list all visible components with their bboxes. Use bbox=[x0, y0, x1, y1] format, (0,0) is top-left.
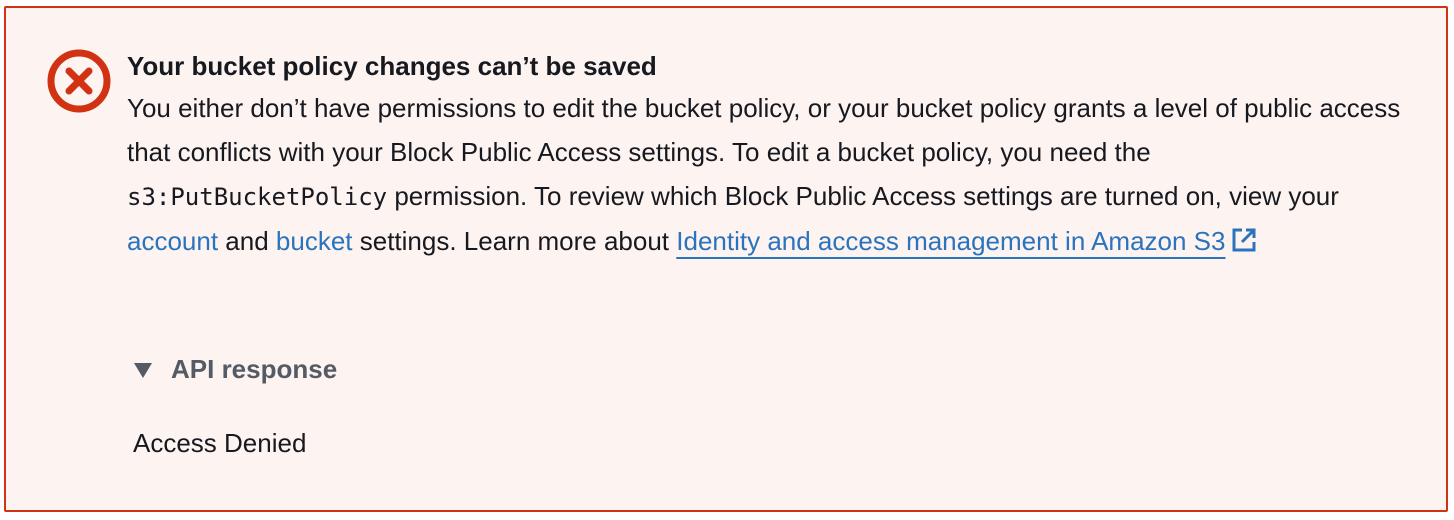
alert-message-text: and bbox=[218, 226, 276, 256]
api-response-content: Access Denied bbox=[133, 428, 307, 458]
permission-code: s3:PutBucketPolicy bbox=[127, 183, 388, 211]
error-icon bbox=[47, 49, 111, 113]
external-link-icon bbox=[1232, 228, 1256, 252]
caret-down-icon bbox=[134, 362, 152, 378]
alert-message-text: You either don’t have permissions to edi… bbox=[127, 93, 1401, 167]
error-alert: Your bucket policy changes can’t be save… bbox=[4, 6, 1448, 512]
api-response-expander[interactable]: API response bbox=[133, 354, 337, 385]
account-settings-link[interactable]: account bbox=[127, 226, 218, 256]
alert-content: Your bucket policy changes can’t be save… bbox=[127, 46, 1417, 263]
alert-message: You either don’t have permissions to edi… bbox=[127, 86, 1417, 263]
api-response-label: API response bbox=[171, 354, 338, 384]
learn-more-link-label: Identity and access management in Amazon… bbox=[676, 226, 1226, 256]
alert-title: Your bucket policy changes can’t be save… bbox=[127, 51, 657, 81]
alert-message-text: permission. To review which Block Public… bbox=[387, 181, 1339, 211]
learn-more-link[interactable]: Identity and access management in Amazon… bbox=[676, 226, 1257, 256]
alert-message-text: settings. Learn more about bbox=[352, 226, 677, 256]
bucket-settings-link[interactable]: bucket bbox=[276, 226, 353, 256]
